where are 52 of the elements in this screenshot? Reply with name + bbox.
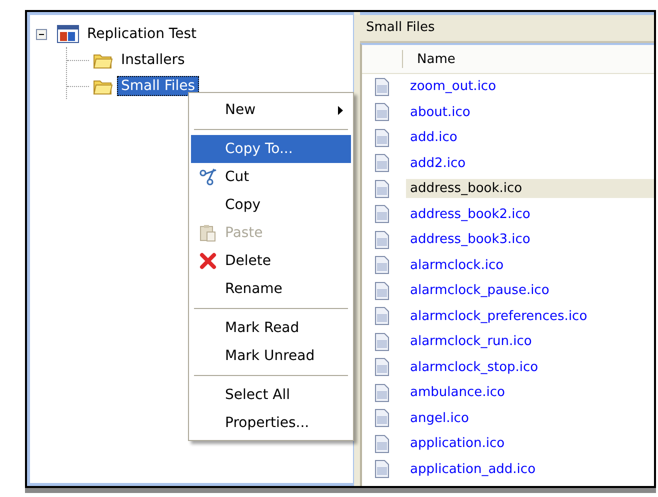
file-icon bbox=[374, 180, 390, 198]
file-item[interactable]: alarmclock.ico bbox=[406, 256, 508, 275]
file-item[interactable]: add.ico bbox=[406, 128, 462, 148]
menu-item[interactable]: Mark Unread bbox=[191, 342, 351, 370]
file-icon bbox=[374, 358, 390, 376]
file-icon bbox=[374, 460, 390, 478]
menu-item[interactable]: Mark Read bbox=[191, 314, 351, 342]
file-icon bbox=[374, 230, 390, 249]
file-icon bbox=[374, 154, 390, 172]
file-icon bbox=[374, 128, 390, 147]
file-item[interactable]: address_book2.ico bbox=[406, 204, 534, 224]
collapse-toggle[interactable] bbox=[36, 28, 47, 40]
file-icon bbox=[374, 103, 390, 122]
delete-icon bbox=[199, 252, 217, 270]
file-item[interactable]: application.ico bbox=[406, 434, 509, 454]
file-item[interactable]: about.ico bbox=[406, 102, 474, 122]
file-icon bbox=[374, 307, 390, 326]
file-item[interactable]: alarmclock_stop.ico bbox=[406, 358, 542, 377]
tree-item[interactable]: Installers bbox=[117, 50, 189, 70]
file-icon bbox=[374, 434, 390, 453]
menu-item[interactable]: Copy To... bbox=[191, 135, 351, 163]
file-item[interactable]: angel.ico bbox=[406, 408, 473, 428]
file-item[interactable]: alarmclock_pause.ico bbox=[406, 281, 554, 300]
file-item[interactable]: application_add.ico bbox=[406, 460, 540, 479]
menu-item[interactable]: Copy bbox=[191, 191, 351, 219]
file-item[interactable]: ambulance.ico bbox=[406, 383, 509, 402]
file-icon bbox=[374, 205, 390, 224]
file-icon bbox=[374, 78, 390, 96]
menu-item[interactable]: Cut bbox=[191, 163, 351, 191]
submenu-arrow-icon bbox=[338, 106, 343, 114]
clipboard-icon bbox=[199, 224, 217, 242]
menu-item[interactable]: Delete bbox=[191, 247, 351, 275]
menu-item[interactable]: Rename bbox=[191, 275, 351, 303]
file-icon bbox=[374, 409, 390, 428]
menu-item[interactable]: Properties... bbox=[191, 409, 351, 437]
file-item[interactable]: add2.ico bbox=[406, 154, 470, 173]
file-icon bbox=[374, 256, 390, 274]
replica-icon bbox=[57, 25, 79, 43]
file-item[interactable]: zoom_out.ico bbox=[406, 77, 500, 96]
file-item[interactable]: alarmclock_preferences.ico bbox=[406, 306, 592, 326]
scissors-icon bbox=[199, 168, 217, 186]
file-icon bbox=[374, 282, 390, 300]
column-header[interactable]: Name bbox=[403, 52, 456, 66]
file-item[interactable]: address_book.ico bbox=[406, 179, 654, 198]
file-icon bbox=[374, 384, 390, 402]
menu-item[interactable]: Select All bbox=[191, 381, 351, 409]
tree-item[interactable]: Replication Test bbox=[83, 24, 200, 44]
file-item[interactable]: address_book3.ico bbox=[406, 230, 534, 250]
tree-item[interactable]: Small Files bbox=[117, 76, 200, 96]
file-item[interactable]: alarmclock_run.ico bbox=[406, 332, 536, 352]
file-icon bbox=[374, 332, 390, 351]
menu-item[interactable]: New bbox=[191, 96, 351, 124]
